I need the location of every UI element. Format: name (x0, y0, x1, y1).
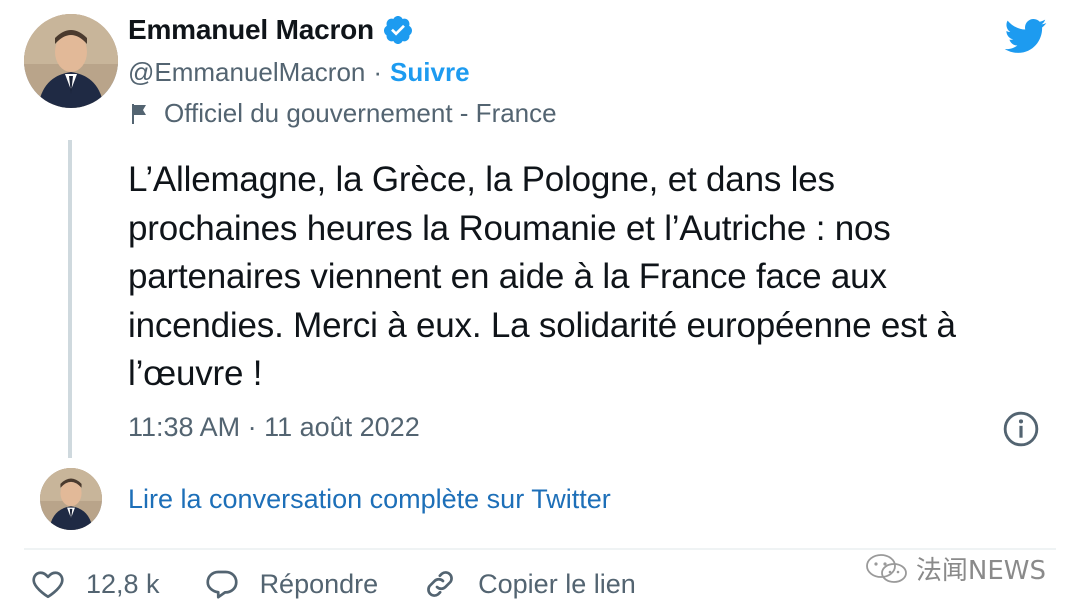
reply-label: Répondre (259, 568, 379, 599)
action-bar: 12,8 k Répondre Copier le lien (30, 566, 680, 602)
watermark-text: 法闻NEWS (915, 556, 1046, 586)
author-handle[interactable]: @EmmanuelMacron (128, 57, 365, 88)
like-count: 12,8 k (86, 568, 160, 599)
thread-line (68, 140, 72, 458)
handle-separator: · (373, 57, 383, 87)
link-icon (427, 571, 454, 597)
author-display-name[interactable]: Emmanuel Macron (128, 14, 374, 46)
wechat-icon (866, 553, 907, 583)
read-conversation-link[interactable]: Lire la conversation complète sur Twitte… (128, 484, 611, 515)
like-button[interactable]: 12,8 k (30, 566, 160, 602)
reply-icon (205, 570, 238, 599)
flag-icon (132, 103, 146, 124)
reply-button[interactable]: Répondre (204, 566, 379, 602)
copy-link-button[interactable]: Copier le lien (422, 566, 636, 602)
author-avatar[interactable] (24, 14, 118, 108)
follow-button[interactable]: Suivre (390, 57, 470, 88)
watermark: 法闻NEWS (864, 550, 1046, 587)
government-label: Officiel du gouvernement - France (164, 98, 557, 128)
conversation-avatar[interactable] (40, 468, 102, 530)
tweet-timestamp[interactable]: 11:38 AM · 11 août 2022 (128, 412, 420, 443)
copy-link-label: Copier le lien (478, 568, 636, 599)
info-icon[interactable] (1002, 410, 1040, 448)
twitter-bird-icon[interactable] (1000, 14, 1050, 58)
tweet-text: L’Allemagne, la Grèce, la Pologne, et da… (128, 160, 956, 393)
verified-badge-icon (383, 16, 412, 44)
heart-icon (32, 571, 64, 599)
